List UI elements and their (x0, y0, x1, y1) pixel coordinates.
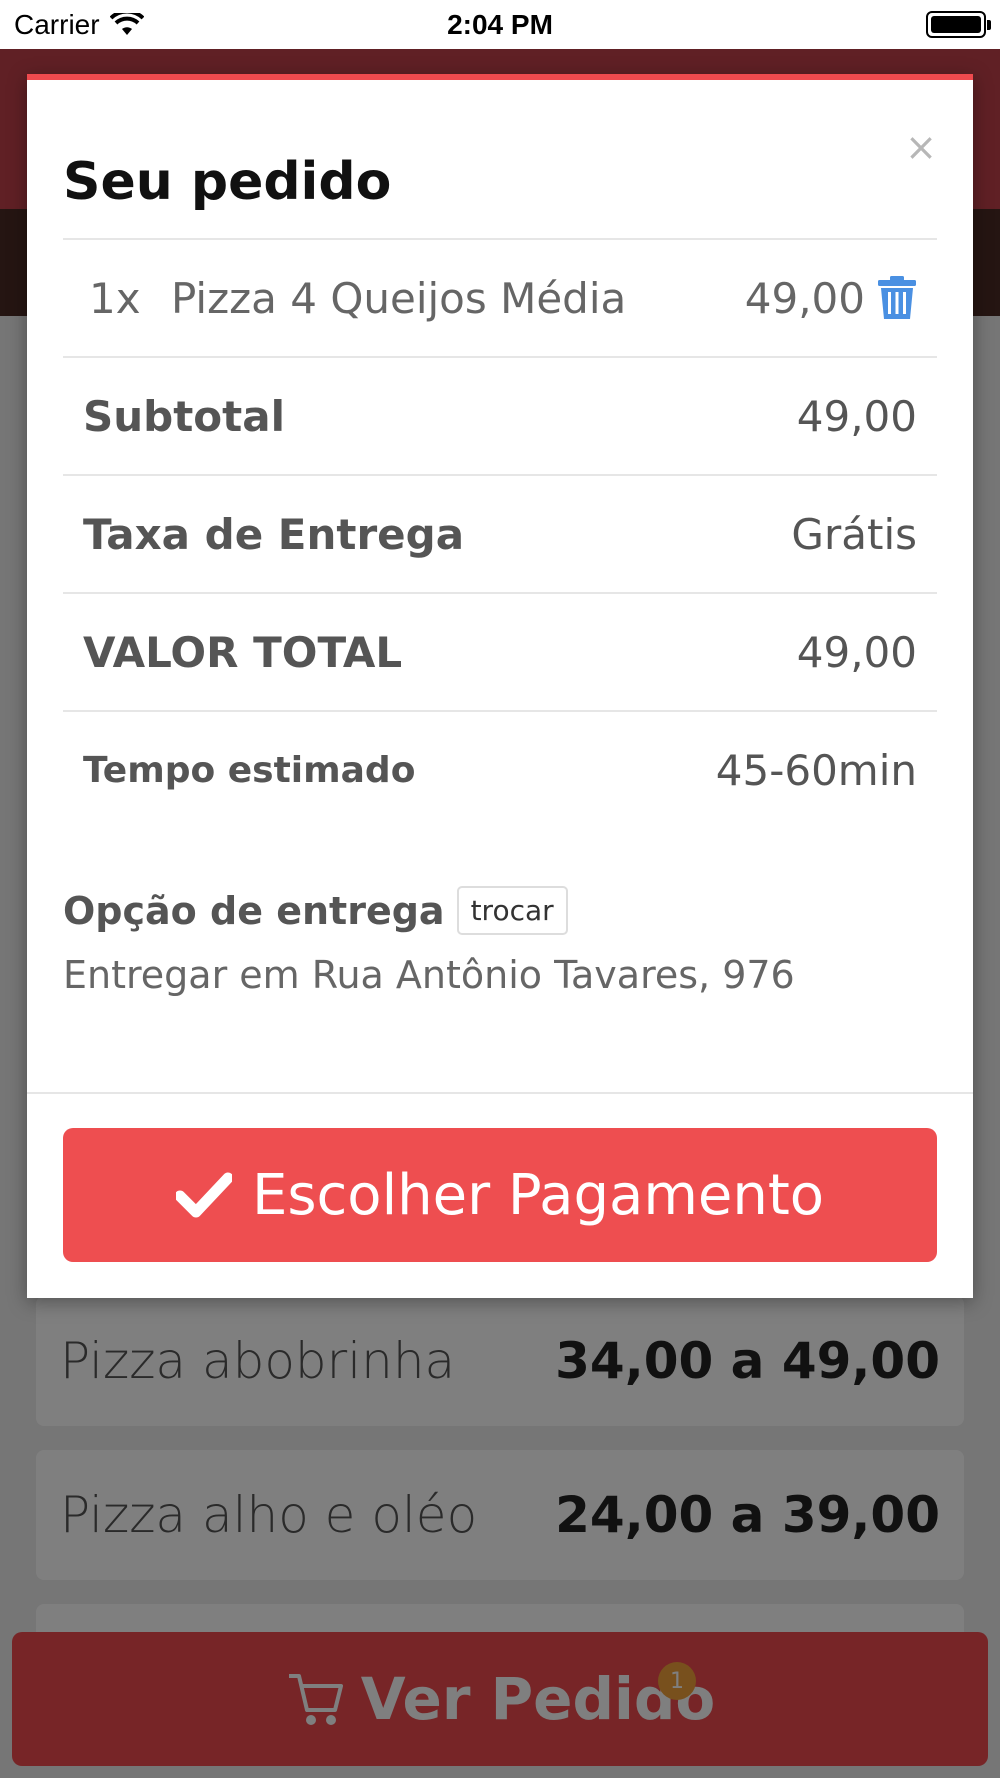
item-price: 49,00 (744, 273, 865, 323)
wifi-icon (109, 12, 144, 35)
delivery-fee-row: Taxa de Entrega Grátis (63, 474, 937, 592)
choose-payment-button[interactable]: Escolher Pagamento (63, 1128, 937, 1262)
total-row: VALOR TOTAL 49,00 (63, 592, 937, 710)
modal-title: Seu pedido (63, 152, 392, 212)
item-name: Pizza 4 Queijos Média (171, 273, 627, 323)
delivery-option: Opção de entrega trocar Entregar em Rua … (63, 886, 937, 997)
status-time: 2:04 PM (447, 8, 553, 40)
order-item-row: 1x Pizza 4 Queijos Média 49,00 (63, 238, 937, 356)
total-value: 49,00 (796, 627, 917, 677)
trash-icon[interactable] (877, 275, 917, 321)
status-bar: Carrier 2:04 PM (0, 0, 1000, 49)
modal-divider (27, 1092, 973, 1094)
check-icon (175, 1172, 232, 1218)
change-delivery-button[interactable]: trocar (456, 886, 568, 935)
status-left: Carrier (14, 9, 144, 41)
item-quantity: 1x (89, 273, 141, 323)
delivery-address: Entregar em Rua Antônio Tavares, 976 (63, 953, 795, 997)
order-summary: 1x Pizza 4 Queijos Média 49,00 Subtotal … (63, 238, 937, 828)
battery-icon (926, 11, 991, 38)
delivery-fee-value: Grátis (791, 509, 917, 559)
delivery-fee-label: Taxa de Entrega (83, 509, 465, 559)
estimated-time-row: Tempo estimado 45-60min (63, 710, 937, 828)
total-label: VALOR TOTAL (83, 627, 403, 677)
estimated-time-value: 45-60min (715, 745, 917, 795)
choose-payment-label: Escolher Pagamento (251, 1162, 825, 1228)
close-icon[interactable]: × (905, 128, 937, 166)
subtotal-label: Subtotal (83, 391, 285, 441)
order-modal: × Seu pedido 1x Pizza 4 Queijos Média 49… (27, 74, 973, 1298)
subtotal-row: Subtotal 49,00 (63, 356, 937, 474)
estimated-time-label: Tempo estimado (83, 749, 416, 791)
delivery-option-label: Opção de entrega (63, 888, 445, 933)
carrier-label: Carrier (14, 8, 100, 40)
subtotal-value: 49,00 (796, 391, 917, 441)
